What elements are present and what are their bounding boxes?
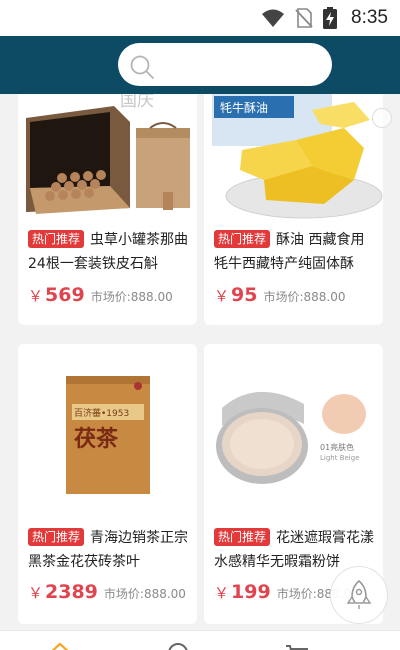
search-box[interactable] [118,43,332,86]
product-card[interactable]: 国庆 热门推荐 虫草小罐茶那曲24根一套装铁皮石斛 ￥ 569 市场价:888.0… [18,94,197,325]
hot-tag: 热门推荐 [214,528,271,546]
product-title[interactable]: 热门推荐 虫草小罐茶那曲24根一套装铁皮石斛 [28,228,188,276]
status-time: 8:35 [351,7,388,28]
status-bar: 8:35 [0,0,400,36]
battery-charging-icon [323,7,338,29]
hot-tag: 热门推荐 [28,528,85,546]
search-icon[interactable] [166,641,190,650]
market-price: 市场价:888.00 [263,290,346,304]
product-image[interactable]: 百济蕃•1953 茯茶 [18,364,197,504]
hot-tag: 热门推荐 [28,230,85,248]
cart-icon[interactable] [284,641,312,650]
image-brand: 百济蕃•1953 [74,407,129,419]
scroll-indicator-icon [372,108,392,128]
image-caption: 国庆 [120,94,154,111]
product-price: 95 [231,284,258,306]
price-row: ￥ 95 市场价:888.00 [214,284,346,306]
no-sim-icon [295,8,313,28]
market-price: 市场价:888.00 [90,290,173,304]
product-image[interactable]: 牦牛酥油 [204,94,383,228]
price-row: ￥ 2389 市场价:888.00 [28,581,186,603]
rocket-icon [346,579,372,609]
product-title[interactable]: 热门推荐 酥油 西藏食用牦牛西藏特产纯固体酥 [214,228,374,276]
wifi-icon [262,9,285,27]
tab-bar [0,630,400,650]
product-image[interactable]: 01亮肤色 Light Beige [204,364,383,504]
product-title[interactable]: 热门推荐 青海边销茶正宗黑茶金花茯砖茶叶 [28,526,188,574]
currency-symbol: ￥ [28,287,44,305]
product-card[interactable]: 百济蕃•1953 茯茶 热门推荐 青海边销茶正宗黑茶金花茯砖茶叶 ￥ 2389 市… [18,344,197,624]
currency-symbol: ￥ [28,584,44,602]
product-price: 2389 [45,581,98,603]
currency-symbol: ￥ [214,287,230,305]
status-icons: 8:35 [261,7,388,29]
image-caption: 茯茶 [74,427,119,452]
image-subcaption: Light Beige [320,454,360,462]
search-input[interactable] [160,51,320,77]
product-price: 569 [45,284,85,306]
product-price: 199 [231,581,271,603]
product-grid: 国庆 热门推荐 虫草小罐茶那曲24根一套装铁皮石斛 ￥ 569 市场价:888.0… [0,94,400,630]
product-card[interactable]: 牦牛酥油 热门推荐 酥油 西藏食用牦牛西藏特产纯固体酥 ￥ 95 市场价:888.… [204,94,383,325]
home-icon[interactable] [48,641,72,650]
currency-symbol: ￥ [214,584,230,602]
price-row: ￥ 569 市场价:888.00 [28,284,173,306]
hot-tag: 热门推荐 [214,230,271,248]
back-to-top-button[interactable] [330,566,388,624]
header [0,36,400,94]
product-image[interactable]: 国庆 [18,94,197,228]
image-caption: 01亮肤色 [320,442,354,452]
search-icon [130,55,154,79]
market-price: 市场价:888.00 [103,587,186,601]
image-caption: 牦牛酥油 [220,100,268,115]
